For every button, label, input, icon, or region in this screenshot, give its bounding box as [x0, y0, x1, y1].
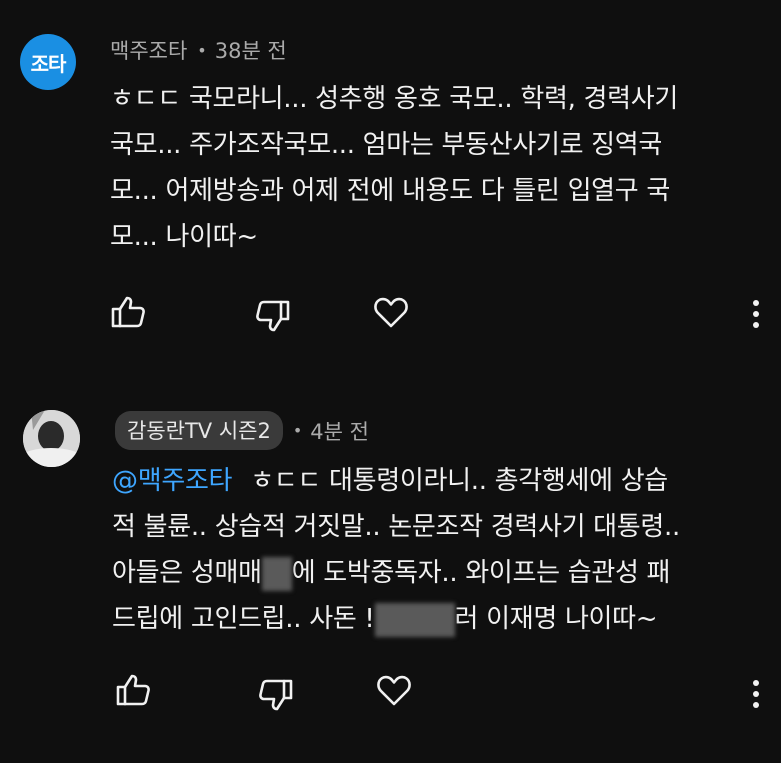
- thumbs-down-icon: [259, 679, 293, 711]
- more-vert-icon: [753, 680, 759, 708]
- comment-line-text: 드립에 고인드립.. 사돈 !: [112, 604, 375, 634]
- comment-line-text: 에 도박중독자.. 와이프는 습관성 패: [291, 558, 671, 588]
- more-options-button[interactable]: [738, 296, 774, 332]
- avatar-initials: 조타: [30, 51, 67, 76]
- comment-line: 국모... 주가조작국모... 엄마는 부동산사기로 징역국: [110, 130, 663, 160]
- comment-line-text: 러 이재명 나이따~: [454, 604, 658, 634]
- comment-line: 적 불륜.. 상습적 거짓말.. 논문조작 경력사기 대통령..: [112, 512, 680, 542]
- comment-line: 드립에 고인드립.. 사돈 ! 러 이재명 나이따~: [112, 596, 776, 642]
- like-button[interactable]: [115, 672, 151, 708]
- mention-link[interactable]: @맥주조타: [112, 466, 232, 496]
- thumbs-down-icon: [256, 300, 290, 332]
- comment: 감동란TV 시즌2 • 4분 전 @맥주조타 ㅎㄷㄷ 대통령이라니.. 총각행세에…: [0, 380, 781, 763]
- thumbs-up-icon: [111, 296, 145, 328]
- comment: 조타 맥주조타 • 38분 전 ㅎㄷㄷ 국모라니... 성추행 옹호 국모.. …: [0, 0, 781, 370]
- comment-text: @맥주조타 ㅎㄷㄷ 대통령이라니.. 총각행세에 상습 적 불륜.. 상습적 거짓…: [112, 458, 776, 642]
- comment-line-text: 아들은 성매매: [112, 558, 262, 588]
- heart-button[interactable]: [376, 672, 412, 708]
- more-options-button[interactable]: [738, 676, 774, 712]
- author-name[interactable]: 맥주조타: [110, 35, 187, 65]
- dislike-button[interactable]: [255, 298, 291, 334]
- avatar[interactable]: [23, 410, 80, 467]
- comment-line: @맥주조타 ㅎㄷㄷ 대통령이라니.. 총각행세에 상습: [112, 458, 776, 504]
- heart-icon: [377, 675, 411, 706]
- blurred-redaction: [261, 556, 292, 591]
- heart-icon: [374, 297, 408, 328]
- heart-button[interactable]: [373, 294, 409, 330]
- more-vert-icon: [753, 300, 759, 328]
- comment-time: 4분 전: [310, 419, 369, 444]
- comment-line: 아들은 성매매 에 도박중독자.. 와이프는 습관성 패: [112, 550, 776, 596]
- like-button[interactable]: [110, 294, 146, 330]
- comment-time: 38분 전: [214, 39, 287, 63]
- blurred-redaction: [374, 602, 455, 637]
- author-name[interactable]: 감동란TV 시즌2: [115, 411, 283, 450]
- meta-separator: •: [197, 40, 207, 60]
- avatar-photo-icon: [23, 410, 80, 467]
- comment-line: 모... 어제방송과 어제 전에 내용도 다 틀린 입열구 국: [110, 176, 671, 206]
- comment-meta: 감동란TV 시즌2 • 4분 전: [115, 411, 369, 450]
- comment-line-text: ㅎㄷㄷ 대통령이라니.. 총각행세에 상습: [250, 466, 668, 496]
- avatar[interactable]: 조타: [20, 34, 76, 90]
- comment-text: ㅎㄷㄷ 국모라니... 성추행 옹호 국모.. 학력, 경력사기 국모... 주…: [110, 76, 770, 260]
- comment-line: 모... 나이따~: [110, 222, 258, 252]
- comment-meta: 맥주조타 • 38분 전: [110, 35, 287, 65]
- dislike-button[interactable]: [258, 677, 294, 713]
- comment-line: ㅎㄷㄷ 국모라니... 성추행 옹호 국모.. 학력, 경력사기: [110, 84, 678, 114]
- meta-separator: •: [292, 421, 303, 440]
- thumbs-up-icon: [116, 674, 150, 706]
